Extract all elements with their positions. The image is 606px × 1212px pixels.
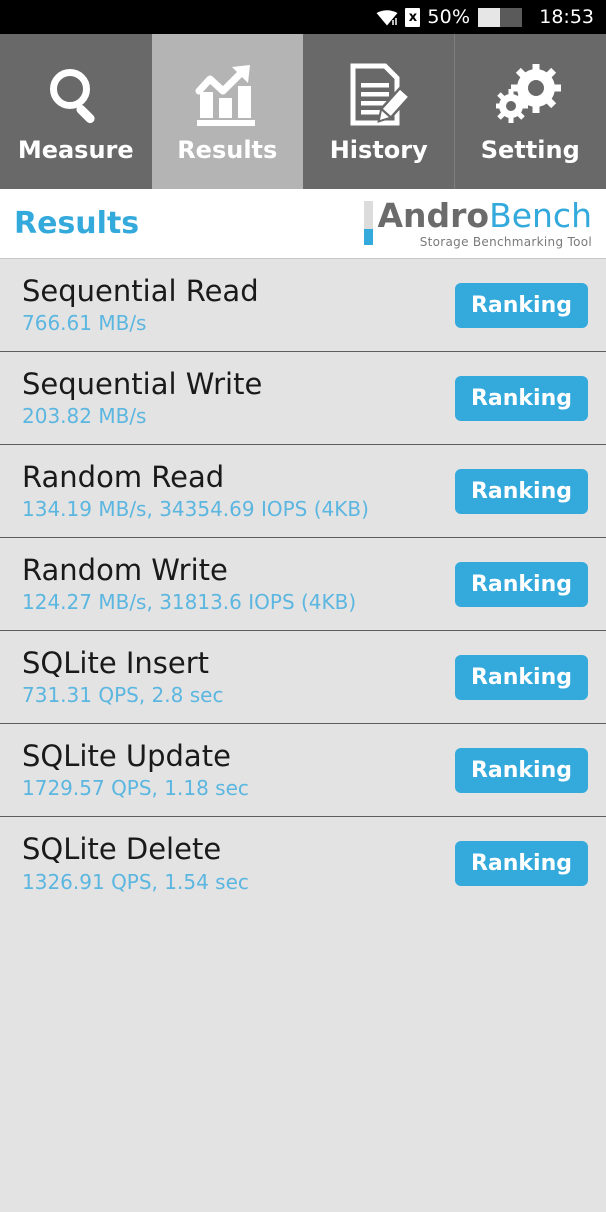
row-texts: Random Write 124.27 MB/s, 31813.6 IOPS (… [22,552,357,615]
page-header: Results AndroBench Storage Benchmarking … [0,189,606,259]
tab-history[interactable]: History [303,34,455,189]
ranking-button[interactable]: Ranking [454,468,588,514]
benchmark-title: SQLite Delete [22,832,222,867]
clock-label: 18:53 [539,6,594,28]
row-texts: Sequential Write 203.82 MB/s [22,366,263,429]
benchmark-title: SQLite Update [22,738,231,773]
benchmark-title: Random Read [22,459,225,494]
tab-measure-label: Measure [17,136,134,164]
row-texts: SQLite Insert 731.31 QPS, 2.8 sec [22,645,224,708]
status-bar-icons: x 50% 18:53 [376,6,594,28]
ranking-button[interactable]: Ranking [454,561,588,607]
main-tab-bar: Measure Results History Setting [0,34,606,189]
row-texts: Sequential Read 766.61 MB/s [22,273,259,336]
benchmark-value: 731.31 QPS, 2.8 sec [22,683,224,708]
logo-bar-icon [364,200,374,245]
wifi-icon [376,9,398,26]
tab-setting[interactable]: Setting [454,34,606,189]
benchmark-title: Sequential Write [22,366,263,401]
benchmark-value: 766.61 MB/s [22,311,147,336]
row-texts: Random Read 134.19 MB/s, 34354.69 IOPS (… [22,459,369,522]
gears-icon [496,60,564,130]
table-row[interactable]: Random Read 134.19 MB/s, 34354.69 IOPS (… [0,445,606,538]
ranking-button[interactable]: Ranking [454,747,588,793]
benchmark-title: Random Write [22,552,228,587]
row-texts: SQLite Update 1729.57 QPS, 1.18 sec [22,738,249,801]
magnifier-icon [45,60,107,130]
logo-tagline: Storage Benchmarking Tool [419,234,592,249]
ranking-button[interactable]: Ranking [454,375,588,421]
table-row[interactable]: SQLite Insert 731.31 QPS, 2.8 sec Rankin… [0,631,606,724]
results-list: Sequential Read 766.61 MB/s Ranking Sequ… [0,259,606,910]
tab-results[interactable]: Results [151,34,303,189]
page-title: Results [14,206,140,241]
sim-missing-icon: x [405,7,421,27]
benchmark-title: SQLite Insert [22,645,210,680]
ranking-button[interactable]: Ranking [454,654,588,700]
benchmark-value: 134.19 MB/s, 34354.69 IOPS (4KB) [22,497,369,522]
row-texts: SQLite Delete 1326.91 QPS, 1.54 sec [22,832,249,894]
androbench-logo: AndroBench Storage Benchmarking Tool [364,199,592,249]
logo-primary-text: Andro [377,195,490,235]
tab-results-label: Results [177,136,278,164]
benchmark-value: 1326.91 QPS, 1.54 sec [22,869,249,894]
table-row[interactable]: Sequential Write 203.82 MB/s Ranking [0,352,606,445]
app-screen: x 50% 18:53 Measure Results History Sett… [0,0,606,1212]
document-pencil-icon [349,60,409,130]
logo-secondary-text: Bench [489,195,592,235]
battery-half-icon [478,7,523,27]
list-empty-area [0,910,606,1212]
table-row[interactable]: SQLite Update 1729.57 QPS, 1.18 sec Rank… [0,724,606,817]
status-bar: x 50% 18:53 [0,0,606,34]
table-row[interactable]: Sequential Read 766.61 MB/s Ranking [0,259,606,352]
benchmark-value: 124.27 MB/s, 31813.6 IOPS (4KB) [22,590,357,615]
logo-text: AndroBench Storage Benchmarking Tool [377,199,592,249]
benchmark-value: 203.82 MB/s [22,404,147,429]
tab-setting-label: Setting [480,136,580,164]
tab-history-label: History [329,136,428,164]
battery-percent-label: 50% [427,6,471,28]
benchmark-value: 1729.57 QPS, 1.18 sec [22,776,249,801]
benchmark-title: Sequential Read [22,273,259,308]
logo-wordmark: AndroBench [377,199,592,232]
bar-chart-arrow-icon [194,60,260,130]
ranking-button[interactable]: Ranking [454,841,588,886]
tab-measure[interactable]: Measure [0,34,152,189]
table-row[interactable]: Random Write 124.27 MB/s, 31813.6 IOPS (… [0,538,606,631]
table-row[interactable]: SQLite Delete 1326.91 QPS, 1.54 sec Rank… [0,817,606,910]
ranking-button[interactable]: Ranking [454,282,588,328]
